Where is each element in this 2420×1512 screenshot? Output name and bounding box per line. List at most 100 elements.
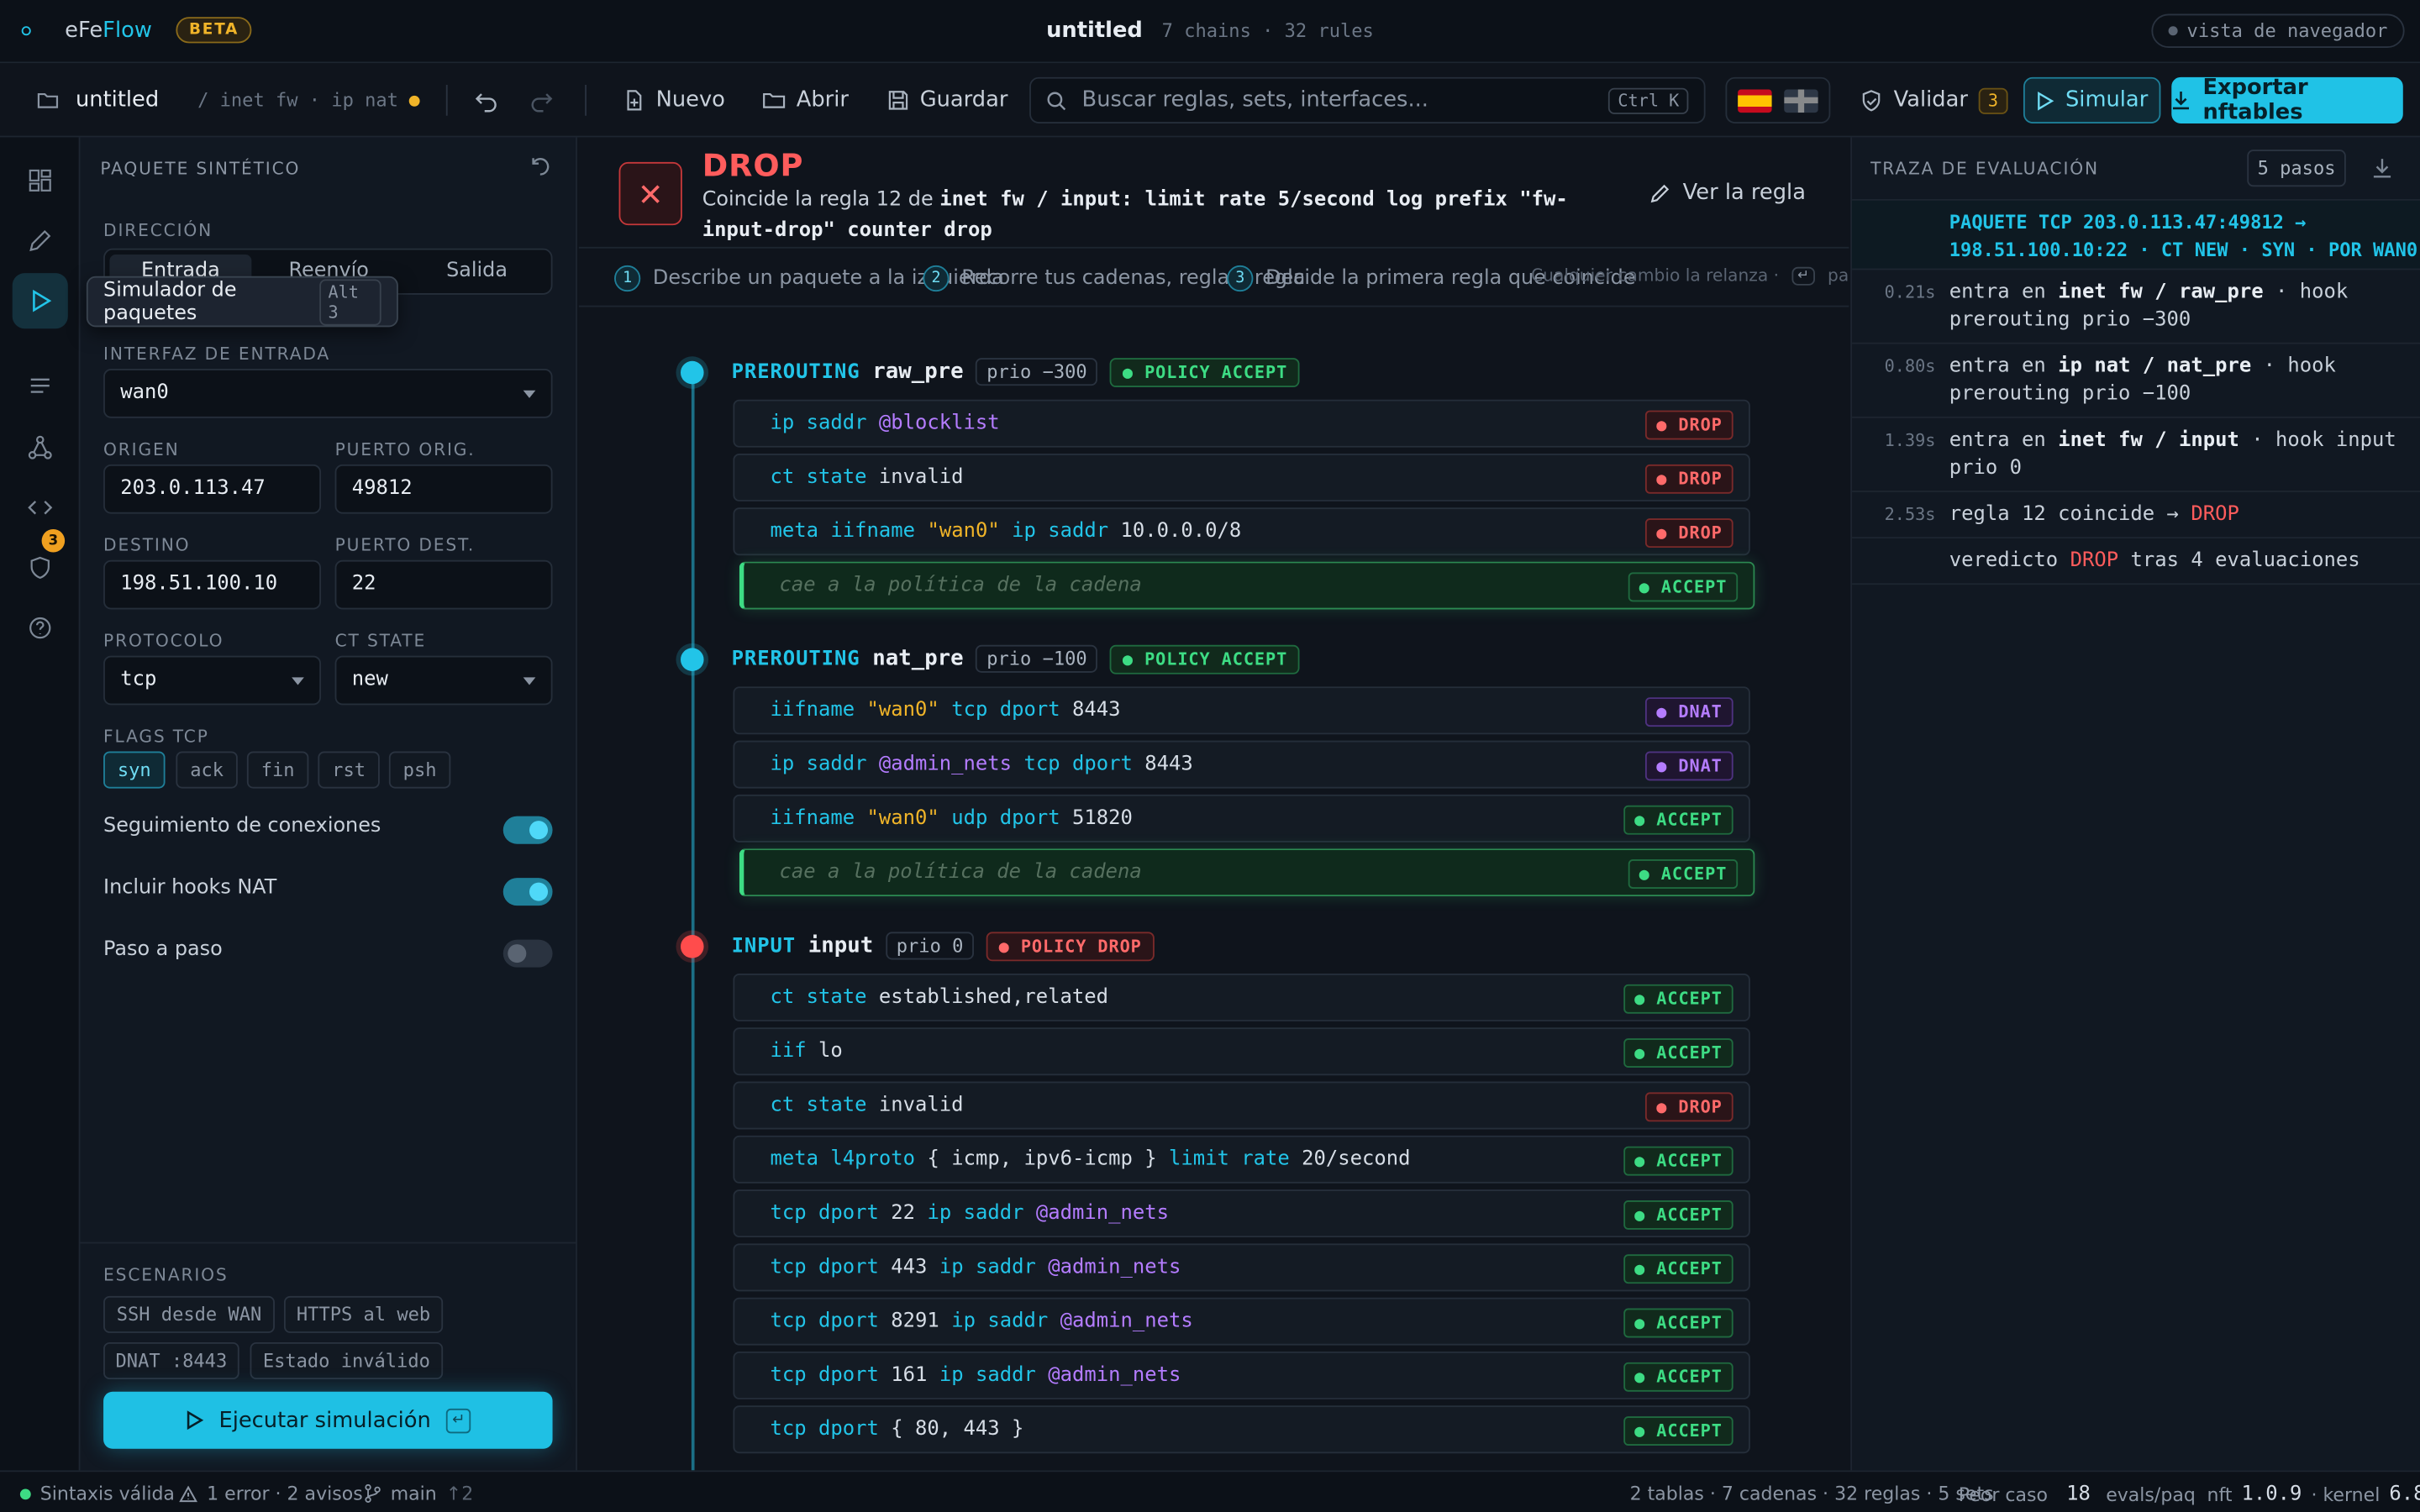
dst-port-input[interactable]: 22 — [334, 559, 553, 610]
rule-action-badge: ● ACCEPT — [1623, 1308, 1733, 1338]
validation-nav[interactable]: 3 — [13, 528, 68, 596]
iface-select[interactable]: wan0 — [103, 368, 553, 418]
rule-row[interactable]: meta l4proto { icmp, ipv6-icmp } limit r… — [733, 1135, 1750, 1184]
sport-label: PUERTO ORIG. — [334, 439, 476, 460]
ct-state-select[interactable]: new — [334, 655, 553, 706]
rules-list-nav[interactable] — [13, 358, 68, 413]
flag-syn[interactable]: syn — [103, 751, 166, 789]
rule-text: ct state established,related — [770, 985, 1109, 1010]
ok-dot-icon — [19, 1488, 31, 1499]
dashboard-nav[interactable] — [13, 153, 68, 208]
view-mode-pill[interactable]: vista de navegador — [2151, 13, 2405, 48]
document-title: untitled 7 chains · 32 rules — [0, 18, 2420, 43]
syntax-status[interactable]: Sintaxis válida — [19, 1483, 175, 1504]
rule-row[interactable]: meta iifname "wan0" ip saddr 10.0.0.0/8 ●… — [733, 507, 1750, 556]
chain-header[interactable]: INPUT input prio 0 ● POLICY DROP — [732, 927, 1155, 964]
scenario-ssh-wan[interactable]: SSH desde WAN — [103, 1295, 275, 1333]
step-mode-toggle[interactable] — [502, 939, 553, 968]
simulator-nav[interactable] — [12, 273, 68, 329]
trace-entry[interactable]: 0.21s entra en inet fw / raw_pre · hook p… — [1852, 270, 2420, 344]
spain-flag-icon[interactable] — [1738, 88, 1772, 113]
rule-row[interactable]: ct state invalid ● DROP — [733, 1081, 1750, 1130]
tooltip-shortcut: Alt 3 — [318, 278, 381, 325]
scenario-dnat[interactable]: DNAT :8443 — [103, 1341, 239, 1380]
redo-button[interactable] — [529, 63, 554, 137]
reset-button[interactable] — [529, 155, 551, 184]
flag-rst[interactable]: rst — [318, 751, 380, 789]
flag-ack[interactable]: ack — [176, 751, 238, 789]
trace-steps-count[interactable]: 5 pasos — [2247, 150, 2346, 187]
flag-fin[interactable]: fin — [246, 751, 309, 789]
rule-row[interactable]: ip saddr @blocklist ● DROP — [733, 399, 1750, 448]
src-ip-input[interactable]: 203.0.113.47 — [103, 464, 322, 514]
chain-header[interactable]: PREROUTING nat_pre prio −100 ● POLICY ACCEP… — [732, 640, 1300, 677]
export-button[interactable]: Exportar nftables — [2171, 76, 2403, 125]
trace-text: regla 12 coincide → DROP — [1949, 502, 2239, 527]
chain-hook: PREROUTING — [731, 647, 860, 671]
search-icon — [1047, 91, 1066, 110]
chain-priority: prio −100 — [976, 644, 1098, 673]
language-switcher[interactable] — [1725, 76, 1831, 123]
rule-action-badge: ● ACCEPT — [1623, 984, 1733, 1014]
policy-fallthrough-row[interactable]: cae a la política de la cadena ● ACCEPT — [739, 848, 1755, 897]
code-nav[interactable] — [13, 480, 68, 535]
new-file-icon — [627, 90, 642, 111]
rule-row[interactable]: tcp dport 443 ip saddr @admin_nets ● ACCE… — [733, 1243, 1750, 1292]
warning-icon — [179, 1484, 197, 1502]
iface-label: INTERFAZ DE ENTRADA — [103, 344, 331, 365]
flags-label: FLAGS TCP — [103, 727, 209, 747]
open-button[interactable]: Abrir — [762, 63, 849, 137]
trace-entry[interactable]: 1.39s entra en inet fw / input · hook inp… — [1852, 418, 2420, 492]
how-it-works-strip: 1 Describe un paquete a la izquierda 2 Rec… — [578, 249, 1849, 307]
rule-row[interactable]: iifname "wan0" tcp dport 8443 ● DNAT — [733, 686, 1750, 735]
search-input[interactable]: Buscar reglas, sets, interfaces... Ctrl … — [1029, 76, 1706, 123]
dst-ip-input[interactable]: 198.51.100.10 — [103, 559, 322, 610]
save-button[interactable]: Guardar — [887, 63, 1007, 137]
conntrack-toggle[interactable] — [502, 816, 553, 844]
direction-option-salida[interactable]: Salida — [406, 255, 548, 288]
nat-hooks-toggle[interactable] — [502, 878, 553, 906]
chevron-down-icon — [292, 677, 304, 685]
branch-status[interactable]: main ↑2 — [364, 1483, 473, 1504]
scenario-invalid-state[interactable]: Estado inválido — [250, 1341, 444, 1380]
simulate-button[interactable]: Simular — [2023, 76, 2161, 123]
editor-nav[interactable] — [13, 213, 68, 268]
file-name-button[interactable]: untitled — [37, 63, 159, 137]
flag-psh[interactable]: psh — [388, 751, 451, 789]
rule-row[interactable]: tcp dport 161 ip saddr @admin_nets ● ACCE… — [733, 1351, 1750, 1399]
trace-entry[interactable]: 2.53s regla 12 coincide → DROP — [1852, 492, 2420, 539]
rule-text: iifname "wan0" tcp dport 8443 — [770, 699, 1121, 722]
view-rule-link[interactable]: Ver la regla — [1650, 181, 1806, 205]
rule-row[interactable]: iifname "wan0" udp dport 51820 ● ACCEPT — [733, 794, 1750, 843]
trace-entry[interactable]: 0.80s entra en ip nat / nat_pre · hook pr… — [1852, 344, 2420, 418]
help-nav[interactable] — [13, 600, 68, 655]
rule-text: ct state invalid — [770, 465, 964, 490]
trace-download-button[interactable] — [2372, 156, 2392, 186]
rule-action-badge: ● ACCEPT — [1623, 1200, 1733, 1230]
topology-nav[interactable] — [13, 420, 68, 475]
trace-entry[interactable]: veredicto DROP tras 4 evaluaciones — [1852, 538, 2420, 585]
rule-text: meta l4proto { icmp, ipv6-icmp } limit r… — [770, 1147, 1411, 1172]
rule-action-badge: ● ACCEPT — [1623, 1362, 1733, 1392]
uk-flag-icon[interactable] — [1784, 88, 1818, 113]
validate-count-badge: 3 — [1978, 87, 2008, 113]
validate-button[interactable]: Validar 3 — [1860, 63, 2008, 137]
rule-row[interactable]: ct state established,related ● ACCEPT — [733, 973, 1750, 1021]
undo-button[interactable] — [474, 63, 498, 137]
src-port-input[interactable]: 49812 — [334, 464, 553, 514]
run-simulation-button[interactable]: Ejecutar simulación ↵ — [103, 1391, 553, 1449]
chain-priority: prio 0 — [885, 932, 975, 960]
new-button[interactable]: Nuevo — [623, 63, 725, 137]
problems-status[interactable]: 1 error · 2 avisos — [179, 1483, 363, 1504]
rule-row[interactable]: iif lo ● ACCEPT — [733, 1027, 1750, 1076]
rule-row[interactable]: tcp dport { 80, 443 } ● ACCEPT — [733, 1405, 1750, 1454]
validation-count-badge: 3 — [41, 528, 66, 553]
rule-row[interactable]: tcp dport 8291 ip saddr @admin_nets ● ACC… — [733, 1297, 1750, 1346]
policy-fallthrough-row[interactable]: cae a la política de la cadena ● ACCEPT — [739, 561, 1755, 610]
rule-row[interactable]: ip saddr @admin_nets tcp dport 8443 ● DNA… — [733, 740, 1750, 789]
scenario-https-web[interactable]: HTTPS al web — [283, 1295, 444, 1333]
chain-header[interactable]: PREROUTING raw_pre prio −300 ● POLICY ACCEP… — [732, 354, 1300, 391]
rule-row[interactable]: ct state invalid ● DROP — [733, 453, 1750, 501]
protocol-select[interactable]: tcp — [103, 655, 322, 706]
rule-row[interactable]: tcp dport 22 ip saddr @admin_nets ● ACCEP… — [733, 1189, 1750, 1238]
